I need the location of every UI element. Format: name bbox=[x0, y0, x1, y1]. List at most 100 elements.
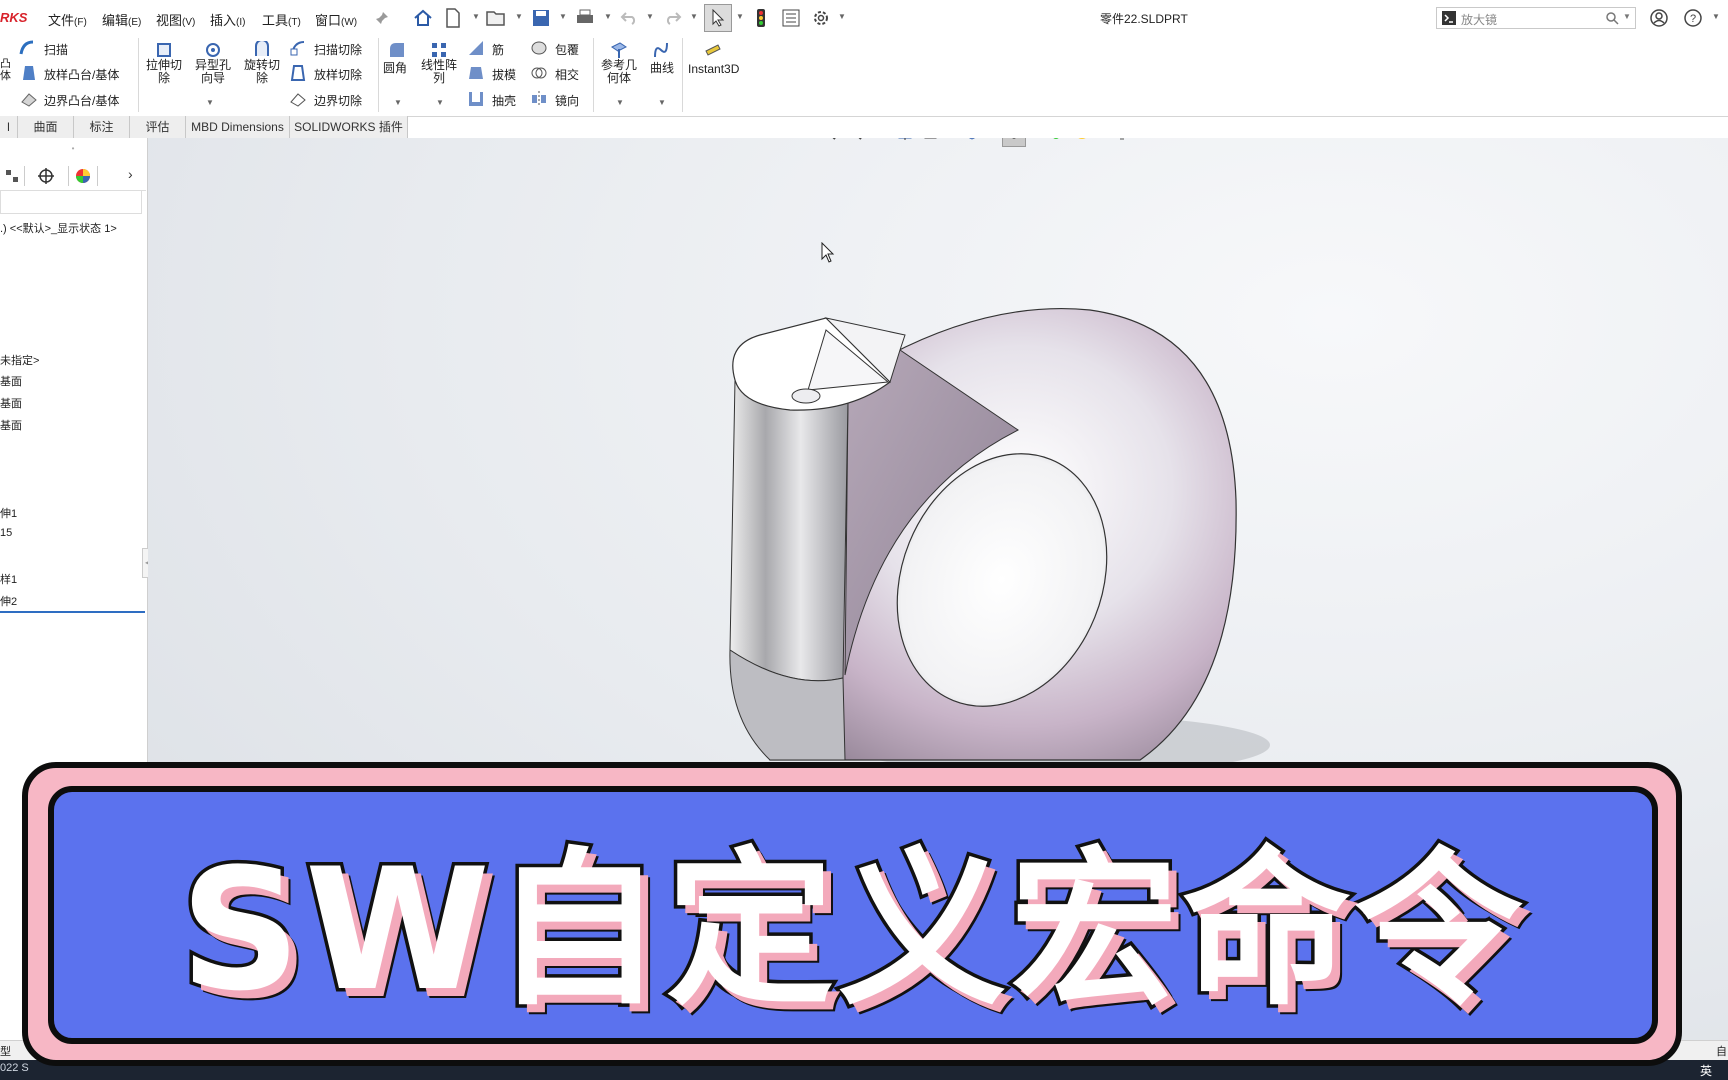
tree-item-feature-sample1[interactable]: 样1 bbox=[0, 571, 17, 587]
reference-geometry-button[interactable]: 参考几 何体 bbox=[598, 59, 640, 85]
help-dropdown-icon[interactable]: ▼ bbox=[1712, 12, 1720, 21]
hole-wizard-dropdown-icon[interactable]: ▼ bbox=[206, 98, 214, 107]
rib-button[interactable]: 筋 bbox=[492, 41, 504, 58]
lofted-cut-button[interactable]: 放样切除 bbox=[314, 66, 362, 83]
rebuild-traffic-light-icon[interactable] bbox=[750, 7, 772, 29]
menu-tools[interactable]: 工具(T) bbox=[262, 10, 301, 29]
tab-features[interactable]: l bbox=[0, 116, 18, 138]
curves-dropdown-icon[interactable]: ▼ bbox=[658, 98, 666, 107]
home-icon[interactable] bbox=[412, 7, 434, 29]
tree-config-line[interactable]: .) <<默认>_显示状态 1> bbox=[0, 220, 117, 236]
view-settings-icon[interactable] bbox=[1112, 138, 1132, 145]
configuration-manager-icon[interactable] bbox=[0, 166, 25, 186]
open-dropdown-icon[interactable]: ▼ bbox=[515, 12, 523, 21]
tab-solidworks-addins[interactable]: SOLIDWORKS 插件 bbox=[290, 116, 408, 138]
print-dropdown-icon[interactable]: ▼ bbox=[604, 12, 612, 21]
dynamic-annotation-views-icon[interactable] bbox=[922, 138, 942, 145]
pattern-dropdown-icon[interactable]: ▼ bbox=[436, 98, 444, 107]
mirror-button[interactable]: 镜向 bbox=[555, 92, 579, 109]
pin-icon[interactable] bbox=[371, 7, 393, 29]
search-input[interactable]: 放大镜 ▼ bbox=[1436, 7, 1636, 29]
boundary-cut-button[interactable]: 边界切除 bbox=[314, 92, 362, 109]
swept-cut-button[interactable]: 扫描切除 bbox=[314, 41, 362, 58]
tree-item-feature-2[interactable]: 伸2 bbox=[0, 593, 17, 609]
status-model-tab[interactable]: 型 bbox=[0, 1043, 11, 1059]
rollback-bar[interactable] bbox=[0, 611, 145, 613]
open-folder-icon[interactable] bbox=[485, 7, 507, 29]
select-arrow-icon[interactable] bbox=[704, 4, 732, 32]
tree-item-feature-15[interactable]: 15 bbox=[0, 527, 12, 539]
menu-file[interactable]: 文件(F) bbox=[48, 10, 87, 29]
display-style-icon[interactable] bbox=[1001, 138, 1026, 147]
tab-surfaces[interactable]: 曲面 bbox=[18, 116, 74, 138]
tree-item-feature-1[interactable]: 伸1 bbox=[0, 505, 17, 521]
fillet-dropdown-icon[interactable]: ▼ bbox=[394, 98, 402, 107]
viewport-split-icon[interactable] bbox=[1690, 138, 1704, 141]
fillet-button[interactable]: 圆角 bbox=[383, 59, 407, 76]
chevron-right-icon[interactable]: › bbox=[128, 166, 133, 182]
curves-button[interactable]: 曲线 bbox=[650, 59, 674, 76]
select-dropdown-icon[interactable]: ▼ bbox=[736, 12, 744, 21]
file-properties-icon[interactable] bbox=[780, 7, 802, 29]
mouse-cursor-icon bbox=[821, 241, 835, 267]
tree-item-material[interactable]: 未指定> bbox=[0, 352, 39, 368]
panel-grip[interactable]: • bbox=[0, 145, 146, 153]
tab-annotation[interactable]: 标注 bbox=[74, 116, 130, 138]
user-account-icon[interactable] bbox=[1648, 7, 1670, 29]
save-dropdown-icon[interactable]: ▼ bbox=[559, 12, 567, 21]
dimxpert-crosshair-icon[interactable] bbox=[34, 166, 58, 186]
section-view-icon[interactable] bbox=[896, 138, 916, 145]
print-icon[interactable] bbox=[574, 7, 596, 29]
undo-icon[interactable] bbox=[618, 7, 640, 29]
instant3d-button[interactable]: Instant3D bbox=[688, 62, 739, 76]
redo-dropdown-icon[interactable]: ▼ bbox=[690, 12, 698, 21]
banner-title-text: SW自定义宏命令 bbox=[176, 828, 1527, 1031]
tree-item-front-plane[interactable]: 基面 bbox=[0, 373, 22, 389]
zoom-to-area-icon[interactable] bbox=[844, 138, 864, 145]
options-dropdown-icon[interactable]: ▼ bbox=[838, 12, 846, 21]
search-icon[interactable] bbox=[1605, 11, 1619, 28]
save-icon[interactable] bbox=[530, 7, 552, 29]
wrap-button[interactable]: 包覆 bbox=[555, 41, 579, 58]
shell-button[interactable]: 抽壳 bbox=[492, 92, 516, 109]
tab-evaluate[interactable]: 评估 bbox=[130, 116, 186, 138]
menu-view[interactable]: 视图(V) bbox=[156, 10, 195, 29]
view-orientation-icon[interactable] bbox=[962, 138, 982, 145]
tab-mbd-dimensions[interactable]: MBD Dimensions bbox=[186, 116, 290, 138]
display-manager-icon[interactable] bbox=[68, 166, 98, 186]
separator bbox=[138, 38, 139, 112]
edit-appearance-icon[interactable] bbox=[1072, 138, 1092, 145]
extruded-boss-partial-label[interactable]: 凸 体 bbox=[0, 58, 11, 82]
zoom-to-fit-icon[interactable] bbox=[818, 138, 838, 145]
ime-indicator[interactable]: 英 bbox=[1700, 1062, 1712, 1079]
draft-button[interactable]: 拔模 bbox=[492, 66, 516, 83]
loft-boss-button[interactable]: 放样凸台/基体 bbox=[44, 66, 119, 83]
loft-boss-icon bbox=[20, 64, 38, 85]
tree-item-right-plane[interactable]: 基面 bbox=[0, 417, 22, 433]
menu-edit[interactable]: 编辑(E) bbox=[102, 10, 141, 29]
hide-show-items-icon[interactable] bbox=[1046, 138, 1066, 145]
ref-geometry-dropdown-icon[interactable]: ▼ bbox=[616, 98, 624, 107]
new-dropdown-icon[interactable]: ▼ bbox=[472, 12, 480, 21]
new-document-icon[interactable] bbox=[442, 7, 464, 29]
search-dropdown-icon[interactable]: ▼ bbox=[1623, 12, 1631, 21]
menu-view-key: (V) bbox=[182, 17, 196, 28]
linear-pattern-button[interactable]: 线性阵 列 bbox=[418, 59, 460, 85]
previous-view-icon[interactable] bbox=[870, 138, 890, 145]
hole-wizard-button[interactable]: 异型孔 向导 bbox=[192, 59, 234, 85]
menu-edit-label: 编辑 bbox=[102, 13, 129, 28]
menu-window-label: 窗口 bbox=[315, 13, 342, 28]
tree-item-top-plane[interactable]: 基面 bbox=[0, 395, 22, 411]
help-icon[interactable]: ? bbox=[1682, 7, 1704, 29]
menu-window[interactable]: 窗口(W) bbox=[315, 10, 357, 29]
tree-filter-input[interactable] bbox=[0, 190, 142, 214]
menu-insert[interactable]: 插入(I) bbox=[210, 10, 245, 29]
boundary-boss-button[interactable]: 边界凸台/基体 bbox=[44, 92, 119, 109]
revolved-cut-button[interactable]: 旋转切 除 bbox=[241, 59, 283, 85]
undo-dropdown-icon[interactable]: ▼ bbox=[646, 12, 654, 21]
options-gear-icon[interactable] bbox=[810, 7, 832, 29]
intersect-button[interactable]: 相交 bbox=[555, 66, 579, 83]
sweep-boss-button[interactable]: 扫描 bbox=[44, 41, 68, 58]
extruded-cut-button[interactable]: 拉伸切 除 bbox=[144, 59, 184, 85]
redo-icon[interactable] bbox=[662, 7, 684, 29]
